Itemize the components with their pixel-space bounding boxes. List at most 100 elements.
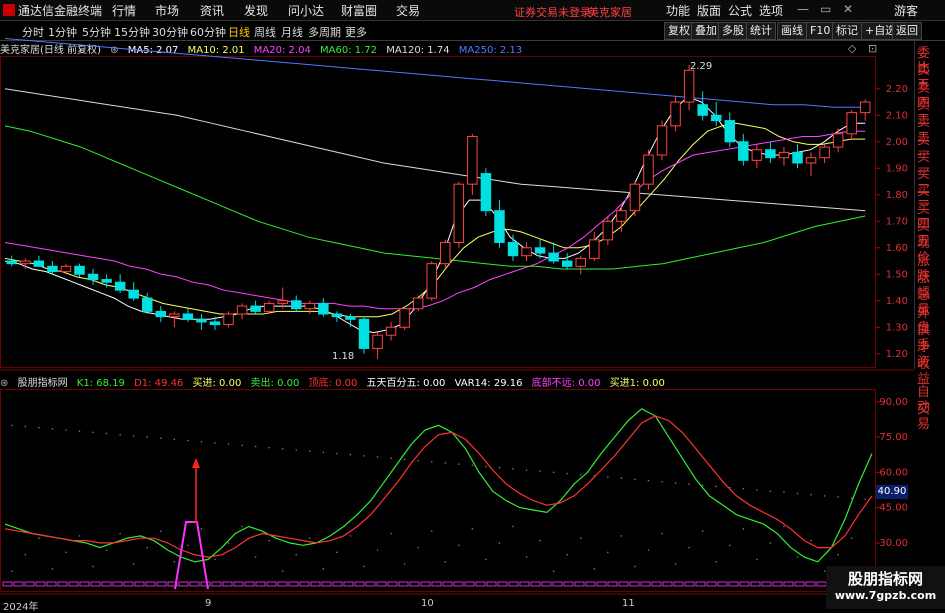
guide-dot xyxy=(92,565,94,568)
bottom-signal-shape xyxy=(174,521,209,590)
guide-dot xyxy=(363,565,365,568)
bottom-strip-cell xyxy=(299,581,310,587)
guide-dot xyxy=(268,539,270,542)
bottom-strip-cell xyxy=(145,581,156,587)
candle-body xyxy=(372,334,383,349)
guide-dot xyxy=(593,568,596,570)
guide-dot xyxy=(688,483,690,485)
y-tick-label-main: 1.70 xyxy=(886,216,908,227)
candle-body xyxy=(223,313,234,326)
guide-dot xyxy=(864,498,867,501)
guide-dot xyxy=(200,440,203,443)
candle-body xyxy=(765,149,776,159)
indicator-value-marker: 40.90 xyxy=(876,485,908,499)
candle-body xyxy=(683,69,695,103)
candle-body xyxy=(534,247,546,254)
bottom-strip-cell xyxy=(101,581,112,587)
candle-body xyxy=(548,252,559,262)
candle-body xyxy=(507,241,519,257)
kline-chart[interactable]: 2.20 2.10 2.00 1.90 1.80 1.70 1.60 1.50 1.40 1.30… xyxy=(0,0,945,609)
guide-dot xyxy=(607,476,609,478)
guide-dot xyxy=(620,477,623,480)
guide-dot xyxy=(309,537,311,540)
guide-dot xyxy=(647,549,650,551)
guide-dot xyxy=(769,542,772,544)
guide-dot xyxy=(159,530,162,532)
y-tick-label-main: 1.50 xyxy=(886,269,908,280)
bottom-strip-cell xyxy=(497,581,508,587)
guide-dot xyxy=(105,432,108,435)
guide-dot xyxy=(24,425,27,428)
candle-body xyxy=(426,263,437,299)
bottom-strip-cell xyxy=(475,581,486,587)
candle-body xyxy=(697,104,708,116)
guide-dot xyxy=(132,435,135,437)
candle-body xyxy=(521,247,532,257)
guide-dot xyxy=(241,444,243,447)
guide-dot xyxy=(322,568,325,570)
candle-body xyxy=(101,279,112,283)
watermark: 股朋指标网 www.7gpzb.com xyxy=(826,566,945,609)
bottom-strip-cell xyxy=(805,581,816,587)
guide-dot xyxy=(715,485,718,488)
y-tick-label-sub: 30.00 xyxy=(879,538,908,549)
guide-dot xyxy=(214,442,216,444)
guide-dot xyxy=(850,537,853,540)
guide-dot xyxy=(65,551,67,554)
bottom-strip-cell xyxy=(519,581,530,587)
candle-body xyxy=(331,313,343,318)
candle-body xyxy=(155,310,167,318)
guide-dot xyxy=(444,560,447,563)
candle-body xyxy=(128,289,139,299)
candle-body xyxy=(832,133,844,148)
bottom-strip-cell xyxy=(750,581,761,587)
guide-dot xyxy=(390,532,392,535)
bottom-strip-cell xyxy=(244,581,255,587)
candle-body xyxy=(209,321,221,326)
candle-body xyxy=(6,260,18,265)
candle-body xyxy=(358,318,370,349)
x-axis-label-nov: 11 xyxy=(622,598,635,609)
bottom-strip-cell xyxy=(398,581,409,587)
guide-dot xyxy=(349,535,352,537)
candle-body xyxy=(142,297,153,312)
guide-dot xyxy=(756,489,758,491)
guide-dot xyxy=(349,453,352,456)
guide-dot xyxy=(376,549,379,551)
candle-body xyxy=(47,265,58,273)
candle-body xyxy=(670,101,681,127)
guide-dot xyxy=(539,470,541,472)
bottom-strip-cell xyxy=(552,581,563,587)
guide-dot xyxy=(485,465,487,468)
y-tick-label-main: 1.30 xyxy=(886,322,908,333)
guide-dot xyxy=(417,459,419,462)
guide-dot xyxy=(552,471,555,474)
bottom-strip-cell xyxy=(200,581,211,587)
guide-dot xyxy=(688,546,690,549)
candle-body xyxy=(629,183,641,212)
guide-dot xyxy=(403,458,406,461)
guide-dot xyxy=(444,462,447,464)
y-tick-label-main: 1.40 xyxy=(886,296,908,307)
y-tick-label-sub: 60.00 xyxy=(879,467,908,478)
indicator-line-d1 xyxy=(4,415,873,558)
candle-body xyxy=(751,149,763,161)
low-price-label: 1.18 xyxy=(332,351,355,362)
guide-dot xyxy=(132,563,135,565)
guide-dot xyxy=(634,478,636,481)
bottom-strip-cell xyxy=(816,581,827,587)
candle-body xyxy=(399,308,410,328)
guide-dot xyxy=(471,528,474,530)
y-tick-label-main: 1.20 xyxy=(886,349,908,360)
candle-body xyxy=(250,305,261,312)
y-tick-label-main: 2.20 xyxy=(886,84,908,95)
bottom-strip-cell xyxy=(90,581,101,587)
bottom-strip-cell xyxy=(618,581,629,587)
guide-dot xyxy=(579,473,582,476)
bottom-strip-cell xyxy=(57,581,68,587)
y-tick-label-main: 1.80 xyxy=(886,190,908,201)
bottom-strip-cell xyxy=(24,581,35,587)
guide-dot xyxy=(525,469,528,471)
bottom-strip-cell xyxy=(266,581,277,587)
guide-dot xyxy=(403,563,406,565)
